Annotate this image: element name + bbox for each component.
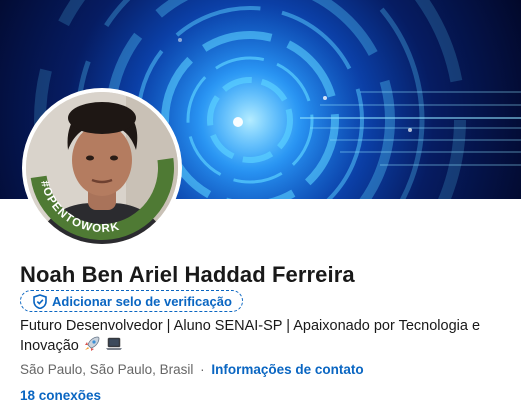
profile-headline: Futuro Desenvolvedor | Aluno SENAI-SP | … — [20, 316, 515, 356]
location-separator: · — [200, 362, 205, 377]
contact-info-link[interactable]: Informações de contato — [211, 362, 363, 377]
location-text: São Paulo, São Paulo, Brasil — [20, 362, 194, 377]
profile-location-row: São Paulo, São Paulo, Brasil · Informaçõ… — [20, 362, 364, 377]
verify-label: Adicionar selo de verificação — [52, 293, 232, 309]
avatar-photo: #OPENTOWORK — [26, 92, 178, 244]
shield-check-icon — [33, 293, 47, 309]
laptop-icon — [105, 337, 122, 350]
profile-name: Noah Ben Ariel Haddad Ferreira — [20, 262, 355, 287]
rocket-icon — [84, 336, 100, 351]
profile-avatar[interactable]: #OPENTOWORK — [22, 88, 182, 248]
connections-link[interactable]: 18 conexões — [20, 388, 101, 403]
add-verification-badge-button[interactable]: Adicionar selo de verificação — [20, 290, 243, 312]
